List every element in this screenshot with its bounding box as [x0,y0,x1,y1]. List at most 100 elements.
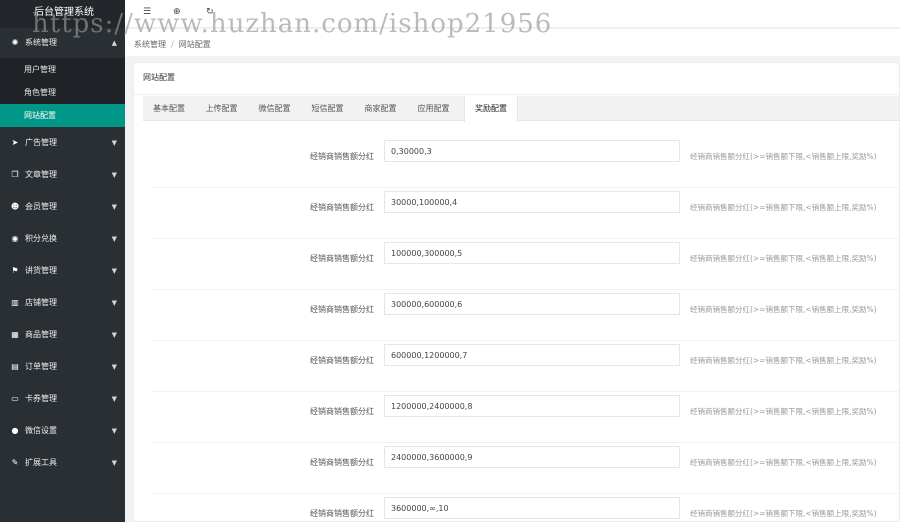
tab-sms[interactable]: 短信配置 [301,96,354,121]
form-row: 经销商销售额分红 经销商销售额分红(>=销售额下限,<销售额上限,奖励%) [151,239,899,290]
sidebar-item-dealers[interactable]: ⚑ 讲货管理 ▼ [0,255,125,287]
tab-merchant[interactable]: 商家配置 [354,96,407,121]
chevron-down-icon: ▼ [111,235,117,243]
cart-icon: ⚑ [11,266,19,275]
globe-icon[interactable]: ⊕ [173,7,181,17]
breadcrumb: 系统管理 / 网站配置 [125,29,900,56]
form-label: 经销商销售额分红 [310,458,374,467]
tab-app[interactable]: 应用配置 [407,96,460,121]
form-tip: 经销商销售额分红(>=销售额下限,<销售额上限,奖励%) [690,254,877,263]
bonus-input[interactable] [384,242,680,264]
chevron-down-icon: ▼ [111,427,117,435]
sidebar-item-products[interactable]: ▦ 商品管理 ▼ [0,319,125,351]
chevron-down-icon: ▼ [111,395,117,403]
sidebar-item-wechat[interactable]: ● 微信设置 ▼ [0,415,125,447]
sidebar-item-label: 卡券管理 [25,394,57,403]
form-label: 经销商销售额分红 [310,152,374,161]
form-tip: 经销商销售额分红(>=销售额下限,<销售额上限,奖励%) [690,356,877,365]
app-title: 后台管理系统 [0,0,125,28]
refresh-icon[interactable]: ↻ [206,7,214,17]
sidebar-item-label: 扩展工具 [25,458,57,467]
bar-chart-icon: ▦ [11,330,19,339]
form-tip: 经销商销售额分红(>=销售额下限,<销售额上限,奖励%) [690,458,877,467]
chevron-down-icon: ▼ [111,267,117,275]
chevron-down-icon: ▼ [111,331,117,339]
tab-upload[interactable]: 上传配置 [195,96,248,121]
sidebar-item-label: 微信设置 [25,426,57,435]
form-tip: 经销商销售额分红(>=销售额下限,<销售额上限,奖励%) [690,407,877,416]
form-row: 经销商销售额分红 经销商销售额分红(>=销售额下限,<销售额上限,奖励%) [151,494,899,521]
chevron-down-icon: ▼ [111,171,117,179]
sidebar-item-label: 系统管理 [25,38,57,47]
config-panel: 网站配置 基本配置 上传配置 微信配置 短信配置 商家配置 应用配置 奖励配置 … [133,62,900,522]
bonus-input[interactable] [384,191,680,213]
breadcrumb-separator: / [171,40,174,49]
chevron-up-icon: ▲ [111,39,117,47]
form-tip: 经销商销售额分红(>=销售额下限,<销售额上限,奖励%) [690,152,877,161]
sidebar-item-label: 积分兑换 [25,234,57,243]
gear-icon: ✺ [11,38,19,47]
sidebar-item-label: 商品管理 [25,330,57,339]
sidebar-item-stores[interactable]: ▥ 店铺管理 ▼ [0,287,125,319]
form-label: 经销商销售额分红 [310,509,374,518]
sidebar-item-label: 订单管理 [25,362,57,371]
eye-icon: ◉ [11,234,19,243]
form-label: 经销商销售额分红 [310,305,374,314]
sidebar-item-label: 广告管理 [25,138,57,147]
form-tip: 经销商销售额分红(>=销售额下限,<销售额上限,奖励%) [690,203,877,212]
chevron-down-icon: ▼ [111,139,117,147]
sidebar-item-members[interactable]: ☻ 会员管理 ▼ [0,191,125,223]
sidebar-item-label: 店铺管理 [25,298,57,307]
menu-toggle-icon[interactable]: ☰ [143,7,151,17]
chevron-down-icon: ▼ [111,299,117,307]
form-row: 经销商销售额分红 经销商销售额分红(>=销售额下限,<销售额上限,奖励%) [151,290,899,341]
form-tip: 经销商销售额分红(>=销售额下限,<销售额上限,奖励%) [690,305,877,314]
chat-icon: ● [11,426,19,435]
bonus-input[interactable] [384,497,680,519]
sidebar-item-tools[interactable]: ✎ 扩展工具 ▼ [0,447,125,479]
sidebar-item-points[interactable]: ◉ 积分兑换 ▼ [0,223,125,255]
top-bar: ☰ ⊕ ↻ [125,0,900,28]
bonus-input[interactable] [384,293,680,315]
users-icon: ☻ [10,202,20,211]
form-row: 经销商销售额分红 经销商销售额分红(>=销售额下限,<销售额上限,奖励%) [151,188,899,239]
copy-icon: ❐ [11,170,19,179]
submenu-system: 用户管理 角色管理 网站配置 [0,58,125,127]
breadcrumb-system[interactable]: 系统管理 [134,40,166,49]
sidebar-item-articles[interactable]: ❐ 文章管理 ▼ [0,159,125,191]
form-label: 经销商销售额分红 [310,356,374,365]
sidebar-item-ads[interactable]: ➤ 广告管理 ▼ [0,127,125,159]
calendar-icon: ▤ [11,362,19,371]
tab-basic[interactable]: 基本配置 [143,96,195,121]
submenu-users[interactable]: 用户管理 [0,58,125,81]
send-icon: ➤ [11,138,19,147]
submenu-site-config[interactable]: 网站配置 [0,104,125,127]
form-label: 经销商销售额分红 [310,407,374,416]
bonus-input[interactable] [384,446,680,468]
sidebar-item-label: 会员管理 [25,202,57,211]
bonus-input[interactable] [384,140,680,162]
sidebar-item-orders[interactable]: ▤ 订单管理 ▼ [0,351,125,383]
chevron-down-icon: ▼ [111,363,117,371]
form-row: 经销商销售额分红 经销商销售额分红(>=销售额下限,<销售额上限,奖励%) [151,341,899,392]
form-row: 经销商销售额分红 经销商销售额分红(>=销售额下限,<销售额上限,奖励%) [151,392,899,443]
bonus-input[interactable] [384,344,680,366]
tab-reward[interactable]: 奖励配置 [464,96,518,122]
sidebar-item-label: 讲货管理 [25,266,57,275]
form-label: 经销商销售额分红 [310,203,374,212]
tab-wechat[interactable]: 微信配置 [248,96,301,121]
chevron-down-icon: ▼ [111,459,117,467]
sidebar-item-system[interactable]: ✺ 系统管理 ▲ [0,28,125,58]
panel-title: 网站配置 [134,63,899,95]
wrench-icon: ✎ [11,458,19,467]
bonus-input[interactable] [384,395,680,417]
sidebar-item-label: 文章管理 [25,170,57,179]
form-row: 经销商销售额分红 经销商销售额分红(>=销售额下限,<销售额上限,奖励%) [151,443,899,494]
breadcrumb-site-config: 网站配置 [178,40,211,49]
form-label: 经销商销售额分红 [310,254,374,263]
sidebar-item-coupons[interactable]: ▭ 卡券管理 ▼ [0,383,125,415]
sidebar: 后台管理系统 ✺ 系统管理 ▲ 用户管理 角色管理 网站配置 ➤ 广告管理 ▼ ❐ 文章管… [0,0,125,522]
form-row: 经销商销售额分红 经销商销售额分红(>=销售额下限,<销售额上限,奖励%) [151,137,899,188]
submenu-roles[interactable]: 角色管理 [0,81,125,104]
form-tip: 经销商销售额分红(>=销售额下限,<销售额上限,奖励%) [690,509,877,518]
